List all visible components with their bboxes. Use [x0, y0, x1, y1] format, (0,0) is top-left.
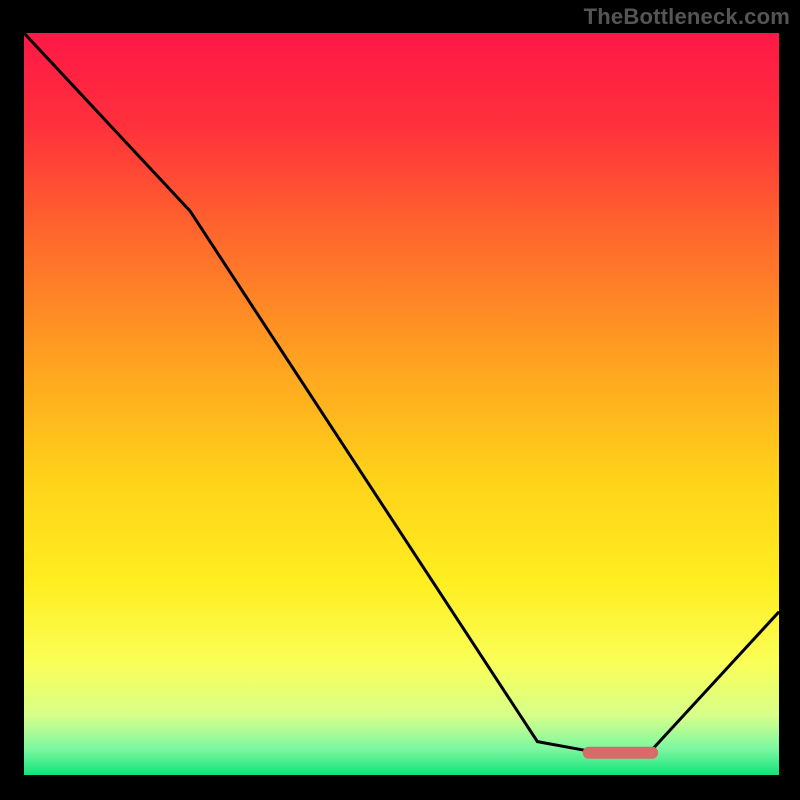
chart-frame: TheBottleneck.com [0, 0, 800, 800]
bottleneck-chart [24, 33, 779, 775]
optimal-marker [583, 747, 659, 759]
gradient-background [24, 33, 779, 775]
watermark-text: TheBottleneck.com [584, 4, 790, 30]
plot-area [24, 33, 779, 775]
